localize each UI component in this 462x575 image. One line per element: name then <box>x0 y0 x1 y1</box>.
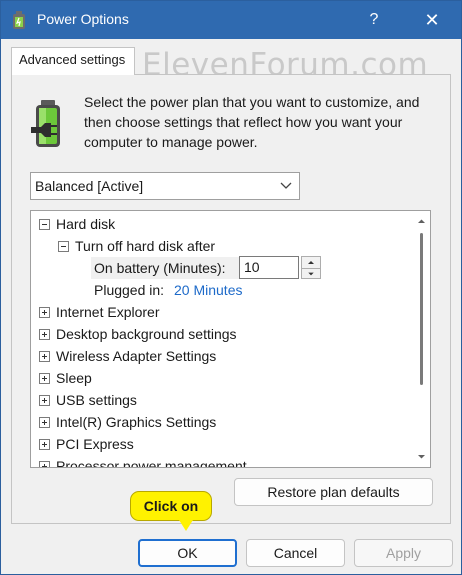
tree-item-label: PCI Express <box>56 436 134 452</box>
title-bar: Power Options ? ✕ <box>1 1 461 39</box>
tree-item-label: Processor power management <box>56 458 247 468</box>
expand-icon[interactable] <box>39 373 50 384</box>
battery-plug-icon <box>31 100 60 147</box>
spin-up-icon[interactable] <box>302 257 320 268</box>
plugged-in-label: Plugged in: <box>94 282 165 298</box>
on-battery-minutes-value: 10 <box>244 259 260 275</box>
scroll-up-icon[interactable] <box>417 217 426 226</box>
restore-plan-defaults-button[interactable]: Restore plan defaults <box>234 478 433 506</box>
tree-item-on-battery[interactable]: On battery (Minutes): <box>91 257 239 279</box>
click-on-callout: Click on <box>130 491 212 521</box>
minutes-spinner[interactable] <box>301 256 321 279</box>
power-plan-select[interactable]: Balanced [Active] <box>30 172 300 200</box>
tree-item-label: Intel(R) Graphics Settings <box>56 414 217 430</box>
apply-button[interactable]: Apply <box>354 539 453 567</box>
power-options-window: Power Options ? ✕ Advanced settings Elev… <box>0 0 462 575</box>
tree-item-label: Turn off hard disk after <box>75 238 216 254</box>
tree-item-label: USB settings <box>56 392 137 408</box>
tree-item-label: Desktop background settings <box>56 326 237 342</box>
intro-text: Select the power plan that you want to c… <box>84 94 420 150</box>
tab-advanced-settings[interactable]: Advanced settings <box>11 47 135 75</box>
expand-icon[interactable] <box>39 395 50 406</box>
callout-pointer <box>179 520 193 531</box>
window-title: Power Options <box>37 11 129 27</box>
collapse-icon[interactable] <box>58 241 69 252</box>
tree-item-label: Internet Explorer <box>56 304 160 320</box>
help-button[interactable]: ? <box>351 1 397 39</box>
expand-icon[interactable] <box>39 329 50 340</box>
scroll-down-icon[interactable] <box>417 452 426 461</box>
plugged-in-value[interactable]: 20 Minutes <box>174 279 242 301</box>
tab-label: Advanced settings <box>19 52 126 67</box>
power-options-icon <box>13 11 25 29</box>
tree-scrollbar[interactable] <box>413 211 430 467</box>
close-button[interactable]: ✕ <box>409 1 455 39</box>
expand-icon[interactable] <box>39 351 50 362</box>
tree-item-label: Wireless Adapter Settings <box>56 348 217 364</box>
settings-tree[interactable]: Hard disk Turn off hard disk after On ba… <box>30 210 431 468</box>
expand-icon[interactable] <box>39 307 50 318</box>
power-plan-value: Balanced [Active] <box>35 178 144 194</box>
expand-icon[interactable] <box>39 439 50 450</box>
tree-item-label: Hard disk <box>56 216 116 232</box>
scroll-thumb[interactable] <box>420 233 423 385</box>
chevron-down-icon <box>280 182 292 189</box>
tree-item-label: Sleep <box>56 370 92 386</box>
spin-down-icon[interactable] <box>302 268 320 279</box>
on-battery-label: On battery (Minutes): <box>94 260 226 276</box>
on-battery-minutes-input[interactable]: 10 <box>239 256 299 279</box>
cancel-button[interactable]: Cancel <box>246 539 345 567</box>
ok-button[interactable]: OK <box>138 539 237 567</box>
expand-icon[interactable] <box>39 417 50 428</box>
expand-icon[interactable] <box>39 461 50 467</box>
collapse-icon[interactable] <box>39 219 50 230</box>
